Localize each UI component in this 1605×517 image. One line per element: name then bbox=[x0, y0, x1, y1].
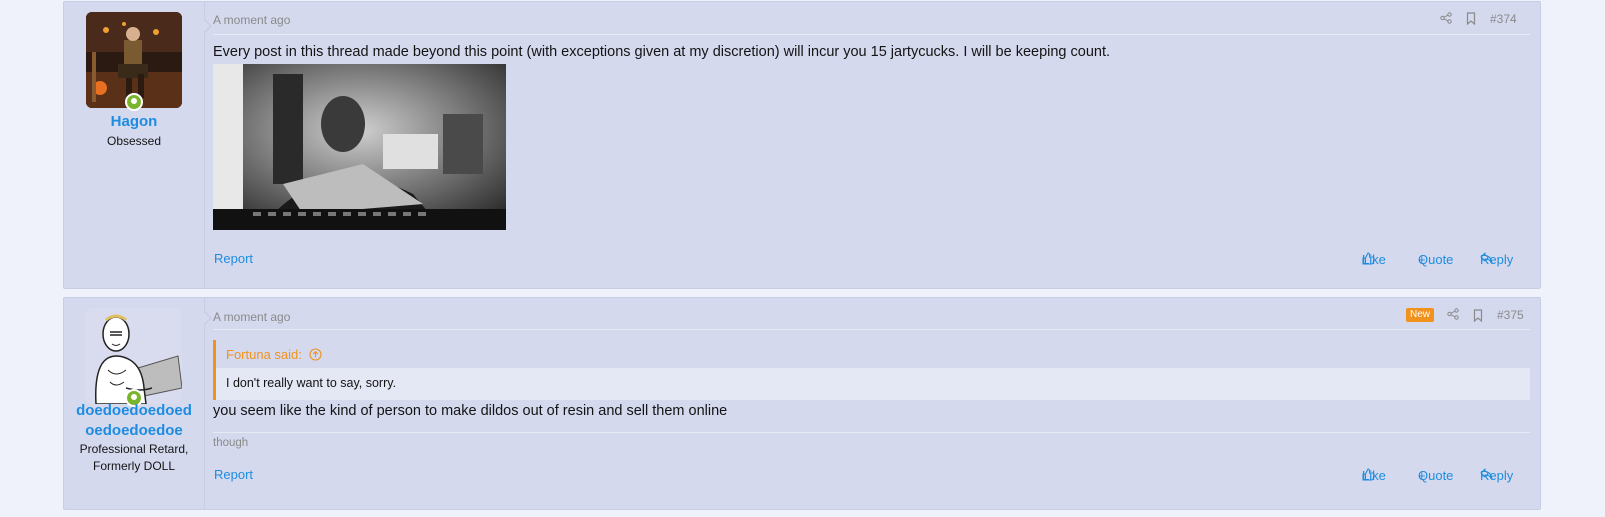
post-body: you seem like the kind of person to make… bbox=[213, 403, 728, 419]
online-status-icon bbox=[125, 93, 143, 111]
message-arrow bbox=[203, 310, 212, 326]
user-title: Obsessed bbox=[106, 134, 162, 148]
reply-label: Reply bbox=[1480, 468, 1514, 483]
user-pane: doedoedoedoed oedoedoedoe Professional R… bbox=[64, 298, 205, 509]
report-link[interactable]: Report bbox=[214, 467, 253, 482]
bookmark-icon[interactable] bbox=[1473, 309, 1483, 322]
post-header-actions: #374 bbox=[1440, 12, 1530, 26]
post-374: Hagon Obsessed A moment ago #374 Every p… bbox=[63, 1, 1541, 289]
quote-label: Quote bbox=[1418, 252, 1454, 267]
quote-author-label: Fortuna said: bbox=[226, 347, 302, 362]
post-main: A moment ago New #375 Fortuna said: I do… bbox=[213, 298, 1530, 509]
quote-block: Fortuna said: I don't really want to say… bbox=[213, 340, 1530, 400]
username-line-2[interactable]: oedoedoedoe bbox=[64, 421, 204, 441]
post-main: A moment ago #374 Every post in this thr… bbox=[213, 2, 1530, 288]
signature: though bbox=[213, 437, 249, 449]
post-date[interactable]: A moment ago bbox=[213, 310, 290, 324]
post-number[interactable]: #374 bbox=[1490, 12, 1517, 26]
post-body: Every post in this thread made beyond th… bbox=[213, 44, 1111, 60]
user-pane: Hagon Obsessed bbox=[64, 2, 205, 288]
share-icon[interactable] bbox=[1440, 12, 1452, 24]
post-image[interactable] bbox=[213, 64, 506, 230]
arrow-up-circle-icon[interactable] bbox=[308, 348, 322, 361]
header-divider bbox=[213, 329, 1530, 330]
new-badge: New bbox=[1406, 308, 1435, 322]
message-arrow bbox=[203, 18, 212, 34]
user-title-line-1: Professional Retard, bbox=[79, 442, 189, 456]
share-icon[interactable] bbox=[1447, 308, 1459, 320]
signature-divider bbox=[213, 432, 1530, 433]
post-number[interactable]: #375 bbox=[1497, 308, 1524, 322]
post-date[interactable]: A moment ago bbox=[213, 13, 290, 27]
post-actions: Like + Quote Reply bbox=[1362, 252, 1530, 268]
quote-label: Quote bbox=[1418, 468, 1454, 483]
user-title-line-2: Formerly DOLL bbox=[92, 459, 175, 473]
header-divider bbox=[213, 34, 1530, 35]
username[interactable]: Hagon bbox=[64, 112, 204, 132]
like-label: Like bbox=[1362, 468, 1386, 483]
post-header-actions: New #375 bbox=[1406, 308, 1530, 322]
quote-text: I don't really want to say, sorry. bbox=[226, 376, 397, 390]
post-375: doedoedoedoed oedoedoedoe Professional R… bbox=[63, 297, 1541, 510]
username-line-1[interactable]: doedoedoedoed bbox=[64, 401, 204, 421]
quote-header[interactable]: Fortuna said: bbox=[216, 340, 1530, 368]
post-actions: Like + Quote Reply bbox=[1362, 468, 1530, 484]
like-label: Like bbox=[1362, 252, 1386, 267]
quote-author[interactable]: Fortuna said: bbox=[226, 347, 322, 362]
report-link[interactable]: Report bbox=[214, 251, 253, 266]
reply-label: Reply bbox=[1480, 252, 1514, 267]
bookmark-icon[interactable] bbox=[1466, 12, 1476, 25]
